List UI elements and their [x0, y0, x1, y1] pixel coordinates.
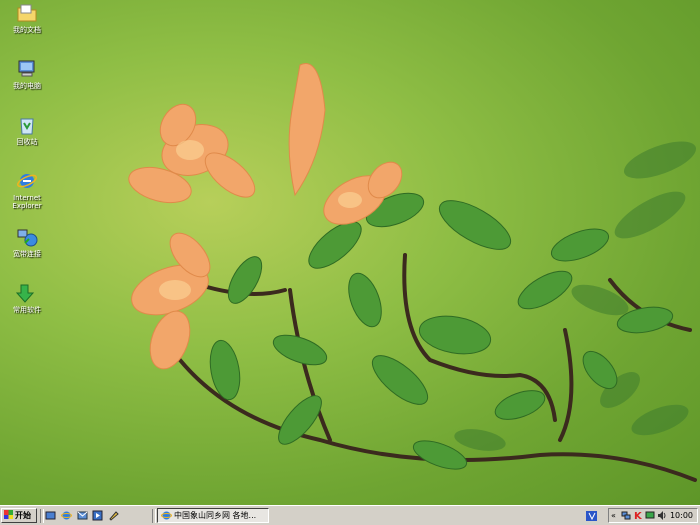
ie-icon: [161, 511, 172, 520]
start-button[interactable]: 开始: [1, 508, 37, 523]
pen-icon[interactable]: [108, 510, 119, 521]
wallpaper-artwork: [128, 63, 697, 482]
desktop-icon-label: 宽带连接: [13, 250, 41, 258]
taskbar-separator: [40, 509, 44, 523]
desktop-icon-label: 常用软件: [13, 306, 41, 314]
recycle-bin-icon: [16, 114, 38, 136]
desktop-icon-label: 我的电脑: [13, 82, 41, 90]
recycle-bin-icon[interactable]: 回收站: [4, 114, 50, 146]
monitor-icon[interactable]: [645, 510, 655, 521]
desktop-icon-label: 回收站: [16, 138, 38, 146]
taskbar-window-button[interactable]: 中国象山同乡网 各地...: [157, 508, 269, 523]
common-software-icon[interactable]: 常用软件: [4, 282, 50, 314]
chevron-icon[interactable]: «: [611, 510, 621, 521]
network-connection-icon: [16, 226, 38, 248]
start-label: 开始: [15, 511, 31, 520]
svg-text:K: K: [634, 511, 643, 521]
ie-icon: [16, 170, 38, 192]
desktop-icon-label: 我的文档: [13, 26, 41, 34]
taskbar-separator: [152, 509, 156, 523]
media-icon[interactable]: [92, 510, 103, 521]
desktop-wallpaper: [0, 0, 700, 505]
outlook-icon[interactable]: [77, 510, 88, 521]
clock[interactable]: 10:00: [670, 509, 693, 522]
desktop-icon-label: Internet Explorer: [12, 194, 42, 210]
my-documents-icon[interactable]: 我的文档: [4, 2, 50, 34]
ie-icon[interactable]: [61, 510, 72, 521]
my-computer-icon[interactable]: 我的电脑: [4, 58, 50, 90]
green-arrow-icon: [15, 282, 38, 304]
taskbar-window-title: 中国象山同乡网 各地...: [174, 511, 257, 520]
volume-icon[interactable]: [657, 510, 667, 521]
windows-logo-icon: [4, 510, 13, 519]
broadband-connection-icon[interactable]: 宽带连接: [4, 226, 50, 258]
computer-icon: [16, 58, 38, 80]
taskbar: 开始 中国象山同乡网 各地... « K 10:00: [0, 505, 700, 525]
network-icon[interactable]: [621, 510, 631, 521]
show-desktop-icon[interactable]: [45, 510, 56, 521]
system-tray: « K 10:00: [608, 508, 698, 523]
internet-explorer-icon[interactable]: Internet Explorer: [4, 170, 50, 210]
antivirus-k-icon[interactable]: K: [633, 510, 643, 521]
language-bar-icon[interactable]: [583, 509, 605, 523]
folder-icon: [16, 2, 38, 24]
